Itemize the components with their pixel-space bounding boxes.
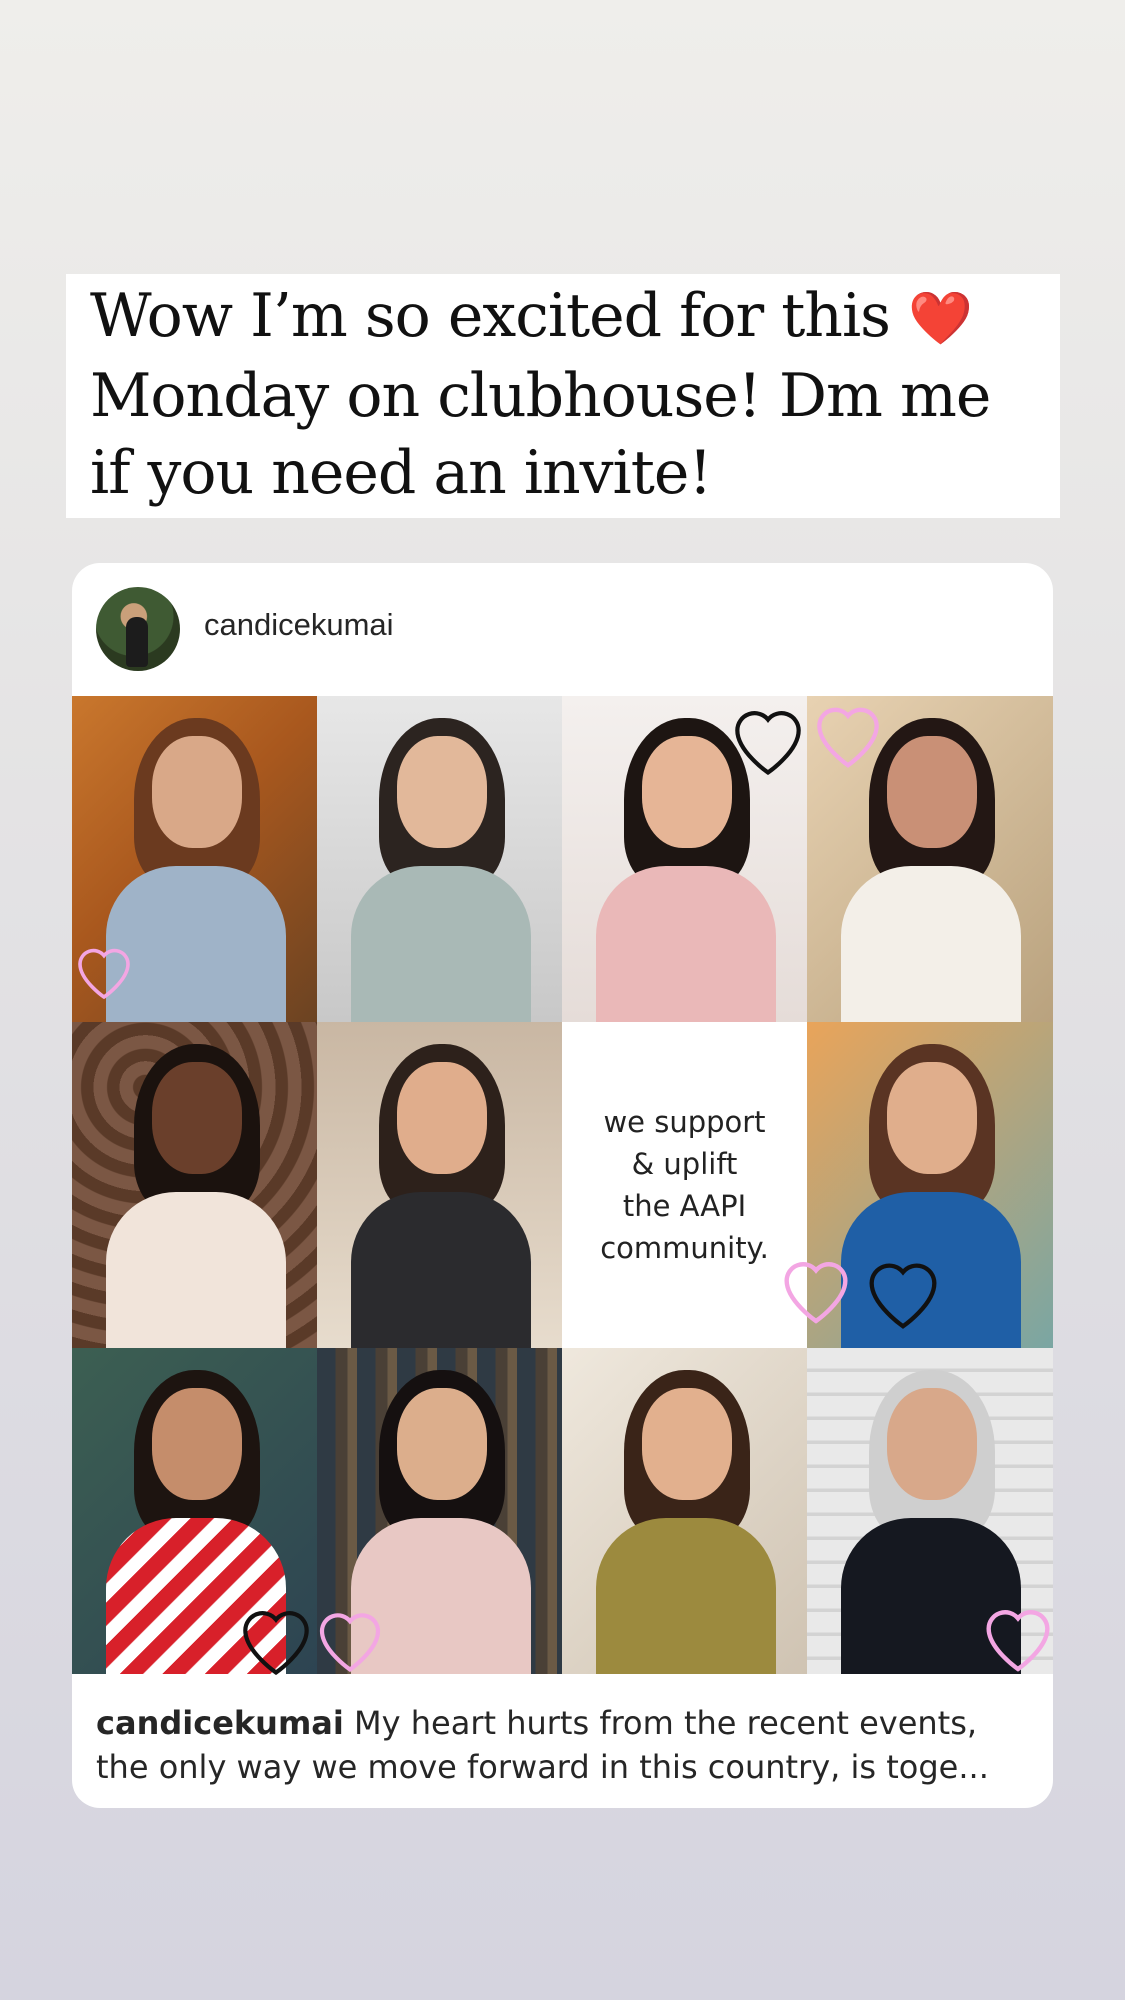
caption-username[interactable]: candicekumai	[96, 1704, 344, 1742]
face	[887, 1062, 977, 1174]
story-caption-text: Wow I’m so excited for this ❤️ Monday on…	[90, 278, 1036, 512]
photo-tile	[562, 1348, 807, 1674]
pink-heart-icon	[817, 707, 879, 768]
face	[887, 736, 977, 848]
face	[642, 736, 732, 848]
post-caption[interactable]: candicekumai My heart hurts from the rec…	[96, 1701, 1036, 1789]
shared-post-card[interactable]: candicekumai we support & uplift the AAP…	[72, 563, 1053, 1808]
support-text-tile: we support & uplift the AAPI community.	[562, 1022, 807, 1348]
face	[152, 1388, 242, 1500]
pink-heart-icon	[319, 1613, 381, 1673]
face	[887, 1388, 977, 1500]
caption-line: Wow I’m so excited for this	[90, 281, 891, 351]
photo-tile	[72, 1022, 317, 1348]
pink-heart-icon	[986, 1610, 1050, 1672]
caption-line-rest: Monday on clubhouse! Dm me if you need a…	[90, 361, 991, 508]
pink-heart-icon	[78, 948, 130, 1000]
red-heart-emoji-icon: ❤️	[908, 289, 973, 349]
support-text: we support & uplift the AAPI community.	[600, 1105, 769, 1265]
photo-tile	[317, 1022, 562, 1348]
story-caption-box: Wow I’m so excited for this ❤️ Monday on…	[66, 274, 1060, 518]
face	[397, 1388, 487, 1500]
face	[397, 1062, 487, 1174]
avatar[interactable]	[96, 587, 180, 671]
black-heart-icon	[735, 711, 801, 776]
face	[642, 1388, 732, 1500]
post-header: candicekumai	[72, 563, 1053, 696]
post-username[interactable]: candicekumai	[204, 607, 394, 643]
face	[152, 1062, 242, 1174]
photo-tile	[317, 696, 562, 1022]
pink-heart-icon	[784, 1262, 848, 1324]
face	[152, 736, 242, 848]
face	[397, 736, 487, 848]
photo-grid: we support & uplift the AAPI community.	[72, 696, 1053, 1676]
black-heart-icon	[869, 1263, 937, 1329]
